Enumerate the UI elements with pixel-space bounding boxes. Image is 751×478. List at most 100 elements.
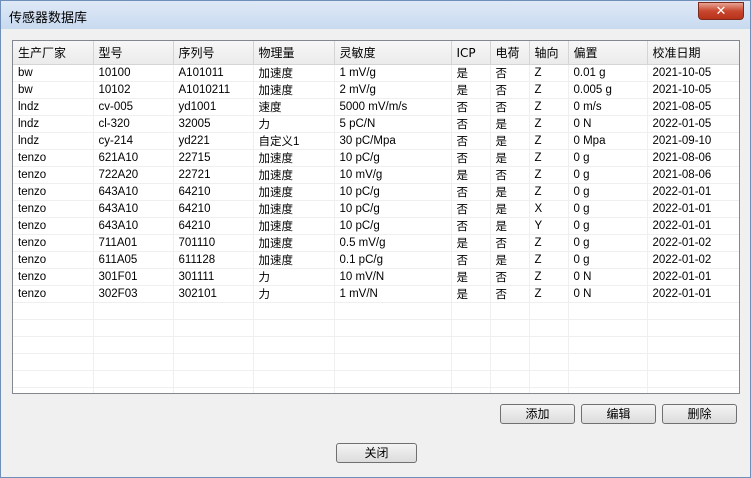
table-row[interactable]: lndz cv-005 yd1001 速度 5000 mV/m/s 否否 Z 0 m/s 202…	[13, 98, 739, 116]
table-row[interactable]: tenzo 711A01 701110 加速度 0.5 mV/g 是否 Z 0 g 2022-0…	[13, 234, 739, 252]
table-cell: Z	[529, 285, 569, 303]
table-cell: 否	[451, 132, 491, 150]
table-cell: 0.1 pC/g	[334, 251, 452, 269]
empty-cell	[93, 319, 174, 337]
table-cell: Z	[529, 64, 569, 82]
delete-button[interactable]: 删除	[662, 404, 737, 424]
empty-cell	[451, 319, 491, 337]
empty-cell	[647, 370, 739, 388]
column-header[interactable]: 灵敏度	[334, 41, 452, 65]
table-cell: 643A10	[93, 183, 174, 201]
close-window-button[interactable]: ✕	[698, 2, 744, 20]
table-cell: 加速度	[253, 183, 335, 201]
column-header[interactable]: 校准日期	[647, 41, 739, 65]
table-cell: 611128	[173, 251, 254, 269]
table-row[interactable]: tenzo 611A05 611128 加速度 0.1 pC/g 否是 Z 0 g 2022-0…	[13, 251, 739, 269]
table-cell: Z	[529, 251, 569, 269]
table-cell: 5000 mV/m/s	[334, 98, 452, 116]
table-cell: lndz	[13, 132, 94, 150]
table-row[interactable]: lndz cy-214 yd221 自定义1 30 pC/Mpa 否是 Z 0 Mpa 2021…	[13, 132, 739, 150]
table-row[interactable]: bw 10102 A1010211 加速度 2 mV/g 是否 Z 0.005 g 2021-1…	[13, 81, 739, 99]
empty-cell	[490, 387, 530, 393]
column-header[interactable]: 偏置	[568, 41, 648, 65]
table-cell: 是	[490, 115, 530, 133]
title-bar: 传感器数据库 ✕	[1, 1, 750, 29]
empty-cell	[253, 302, 335, 320]
table-cell: 0 g	[568, 149, 648, 167]
table-cell: yd1001	[173, 98, 254, 116]
table-cell: tenzo	[13, 234, 94, 252]
column-header[interactable]: 序列号	[173, 41, 254, 65]
table-cell: 2022-01-01	[647, 183, 739, 201]
empty-cell	[529, 370, 569, 388]
table-cell: 加速度	[253, 217, 335, 235]
table-cell: 301111	[173, 268, 254, 286]
empty-cell	[253, 387, 335, 393]
column-header[interactable]: 型号	[93, 41, 174, 65]
table-cell: tenzo	[13, 200, 94, 218]
table-cell: 722A20	[93, 166, 174, 184]
table-cell: 是	[490, 149, 530, 167]
table-cell: 0 Mpa	[568, 132, 648, 150]
column-header[interactable]: ICP	[451, 41, 491, 65]
table-cell: cy-214	[93, 132, 174, 150]
table-cell: 否	[451, 251, 491, 269]
empty-cell	[529, 302, 569, 320]
edit-button[interactable]: 编辑	[581, 404, 656, 424]
table-row[interactable]: bw 10100 A101011 加速度 1 mV/g 是否 Z 0.01 g 2021-10-…	[13, 64, 739, 82]
empty-cell	[490, 370, 530, 388]
table-row[interactable]: tenzo 643A10 64210 加速度 10 pC/g 否是 Z 0 g 2022-01-…	[13, 183, 739, 201]
table-cell: 0.01 g	[568, 64, 648, 82]
table-cell: 701110	[173, 234, 254, 252]
close-button[interactable]: 关闭	[336, 443, 417, 463]
table-cell: 0 m/s	[568, 98, 648, 116]
table-cell: 2022-01-01	[647, 200, 739, 218]
table-cell: tenzo	[13, 149, 94, 167]
table-cell: 611A05	[93, 251, 174, 269]
table-cell: 否	[490, 64, 530, 82]
table-cell: 2022-01-02	[647, 251, 739, 269]
table-cell: 10100	[93, 64, 174, 82]
empty-cell	[334, 387, 452, 393]
table-cell: 否	[451, 183, 491, 201]
table-cell: 否	[451, 115, 491, 133]
empty-cell	[13, 387, 94, 393]
empty-cell	[490, 319, 530, 337]
table-cell: 力	[253, 115, 335, 133]
table-cell: 是	[490, 183, 530, 201]
table-row[interactable]: tenzo 621A10 22715 加速度 10 pC/g 否是 Z 0 g 2021-08-…	[13, 149, 739, 167]
empty-cell	[13, 302, 94, 320]
column-header[interactable]: 电荷	[490, 41, 530, 65]
column-header[interactable]: 生产厂家	[13, 41, 94, 65]
table-cell: 30 pC/Mpa	[334, 132, 452, 150]
add-button[interactable]: 添加	[500, 404, 575, 424]
empty-row	[13, 336, 739, 354]
empty-cell	[334, 336, 452, 354]
empty-cell	[568, 302, 648, 320]
table-cell: 2021-10-05	[647, 64, 739, 82]
table-row[interactable]: tenzo 643A10 64210 加速度 10 pC/g 否是 X 0 g 2022-01-…	[13, 200, 739, 218]
table-cell: 10 pC/g	[334, 217, 452, 235]
table-cell: 2021-08-06	[647, 149, 739, 167]
table-row[interactable]: tenzo 643A10 64210 加速度 10 pC/g 否是 Y 0 g 2022-01-…	[13, 217, 739, 235]
table-row[interactable]: tenzo 302F03 302101 力 1 mV/N 是否 Z 0 N 2022-01-01	[13, 285, 739, 303]
table-row[interactable]: lndz cl-320 32005 力 5 pC/N 否是 Z 0 N 2022-01-05	[13, 115, 739, 133]
empty-cell	[568, 353, 648, 371]
empty-cell	[568, 336, 648, 354]
table-cell: 是	[451, 285, 491, 303]
column-header[interactable]: 轴向	[529, 41, 569, 65]
table-cell: 力	[253, 285, 335, 303]
empty-cell	[647, 387, 739, 393]
table-cell: A101011	[173, 64, 254, 82]
window-title: 传感器数据库	[9, 11, 88, 26]
table-cell: tenzo	[13, 251, 94, 269]
table-cell: 2021-08-05	[647, 98, 739, 116]
empty-cell	[253, 319, 335, 337]
table-cell: tenzo	[13, 268, 94, 286]
table-row[interactable]: tenzo 722A20 22721 加速度 10 mV/g 是否 Z 0 g 2021-08-…	[13, 166, 739, 184]
column-header[interactable]: 物理量	[253, 41, 335, 65]
table-cell: 否	[451, 217, 491, 235]
empty-cell	[173, 353, 254, 371]
table-row[interactable]: tenzo 301F01 301111 力 10 mV/N 是否 Z 0 N 2022-01-0…	[13, 268, 739, 286]
sensor-table-panel[interactable]: 生产厂家 型号 序列号 物理量 灵敏度 ICP 电荷 轴向 偏置 校准日期 bw 10100 A101…	[12, 40, 740, 394]
